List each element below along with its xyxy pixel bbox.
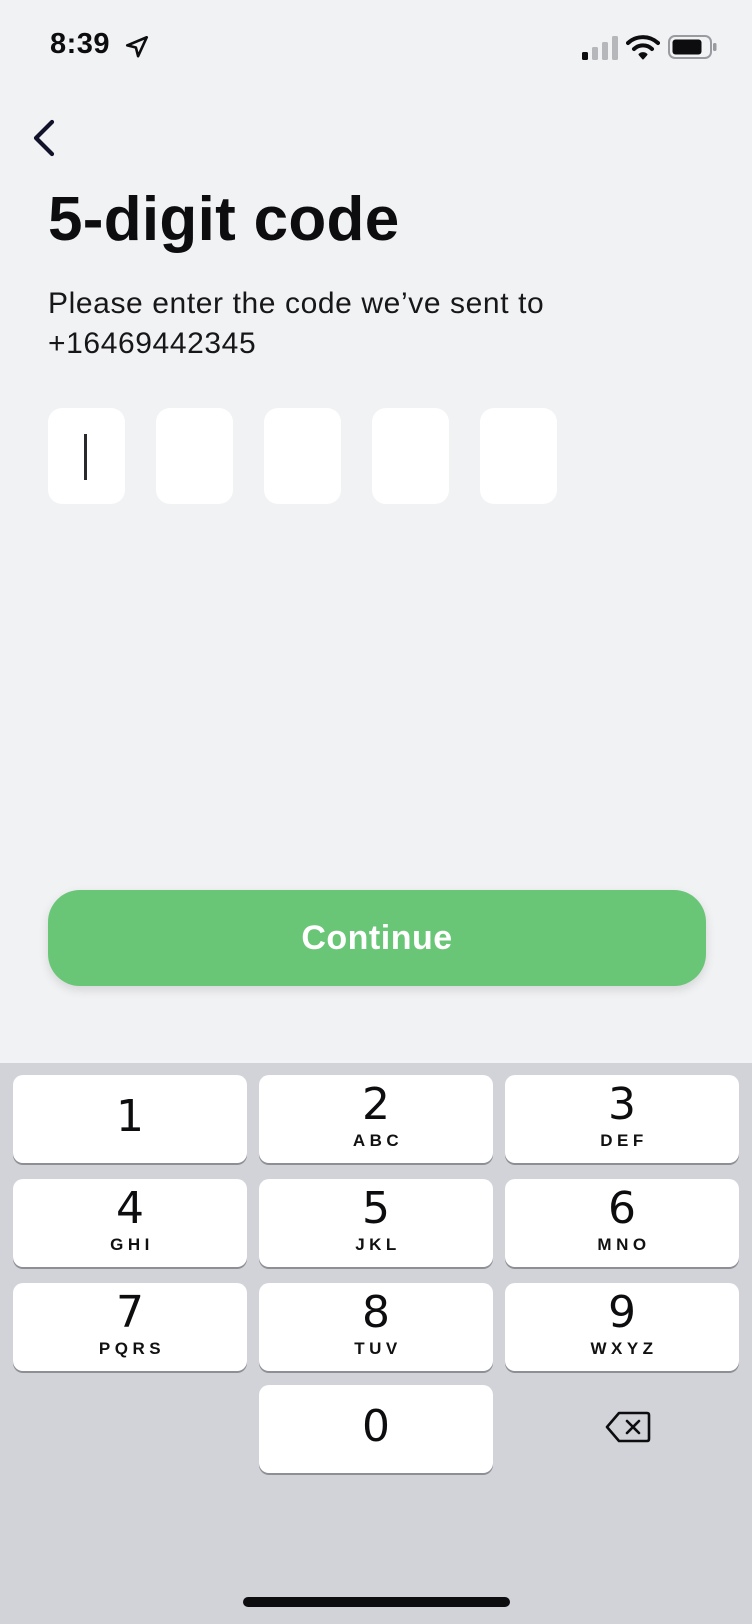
key-number: 3: [608, 1079, 636, 1130]
keypad-key-7[interactable]: 7 PQRS: [13, 1283, 247, 1371]
text-cursor: [84, 434, 87, 480]
keypad-key-4[interactable]: 4 GHI: [13, 1179, 247, 1267]
instruction-line: Please enter the code we’ve sent to: [48, 287, 545, 320]
battery-icon: [668, 35, 717, 59]
instruction-text: Please enter the code we’ve sent to +164…: [48, 284, 688, 364]
key-number: 1: [116, 1091, 144, 1142]
key-letters: ABC: [352, 1131, 404, 1150]
code-input-group: [48, 408, 557, 504]
status-bar: 8:39: [0, 0, 752, 96]
key-letters: GHI: [110, 1235, 154, 1254]
key-number: 6: [608, 1183, 636, 1234]
key-number: 8: [362, 1287, 390, 1338]
keypad-key-0[interactable]: 0: [259, 1385, 493, 1473]
keypad-key-1[interactable]: 1: [13, 1075, 247, 1163]
key-letters: MNO: [597, 1235, 651, 1254]
key-number: 9: [608, 1287, 636, 1338]
key-number: 4: [116, 1183, 144, 1234]
code-digit-box-5[interactable]: [480, 408, 557, 504]
keypad-key-9[interactable]: 9 WXYZ: [505, 1283, 739, 1371]
location-arrow-icon: [125, 35, 149, 58]
keypad-key-3[interactable]: 3 DEF: [505, 1075, 739, 1163]
key-letters: TUV: [354, 1339, 402, 1358]
home-indicator: [243, 1597, 510, 1607]
keypad-key-5[interactable]: 5 JKL: [259, 1179, 493, 1267]
code-digit-box-3[interactable]: [264, 408, 341, 504]
key-number: 2: [362, 1079, 390, 1130]
key-letters: WXYZ: [590, 1339, 658, 1358]
key-number: 7: [116, 1287, 144, 1338]
back-button[interactable]: [26, 114, 66, 162]
keypad-key-6[interactable]: 6 MNO: [505, 1179, 739, 1267]
key-letters: JKL: [355, 1235, 401, 1254]
phone-number: +16469442345: [48, 327, 257, 360]
key-number: 5: [362, 1183, 390, 1234]
code-digit-box-2[interactable]: [156, 408, 233, 504]
cellular-signal-icon: [582, 36, 618, 60]
code-digit-box-1[interactable]: [48, 408, 125, 504]
continue-button[interactable]: Continue: [48, 890, 706, 986]
keypad-key-8[interactable]: 8 TUV: [259, 1283, 493, 1371]
key-letters: PQRS: [98, 1339, 166, 1358]
page-title: 5-digit code: [48, 185, 400, 254]
numeric-keypad: 1 2 ABC 3 DEF 4 GHI 5 JKL 6 MNO 7 PQRS 8…: [0, 1063, 752, 1624]
chevron-left-icon: [33, 119, 55, 157]
key-number: 0: [362, 1401, 390, 1452]
key-letters: DEF: [600, 1131, 648, 1150]
status-time: 8:39: [50, 28, 111, 60]
delete-key[interactable]: [505, 1385, 739, 1473]
verification-screen: 8:39 5-digit code Please enter the code: [0, 0, 752, 1624]
code-digit-box-4[interactable]: [372, 408, 449, 504]
wifi-icon: [626, 35, 660, 60]
backspace-icon: [605, 1411, 651, 1443]
keypad-key-2[interactable]: 2 ABC: [259, 1075, 493, 1163]
